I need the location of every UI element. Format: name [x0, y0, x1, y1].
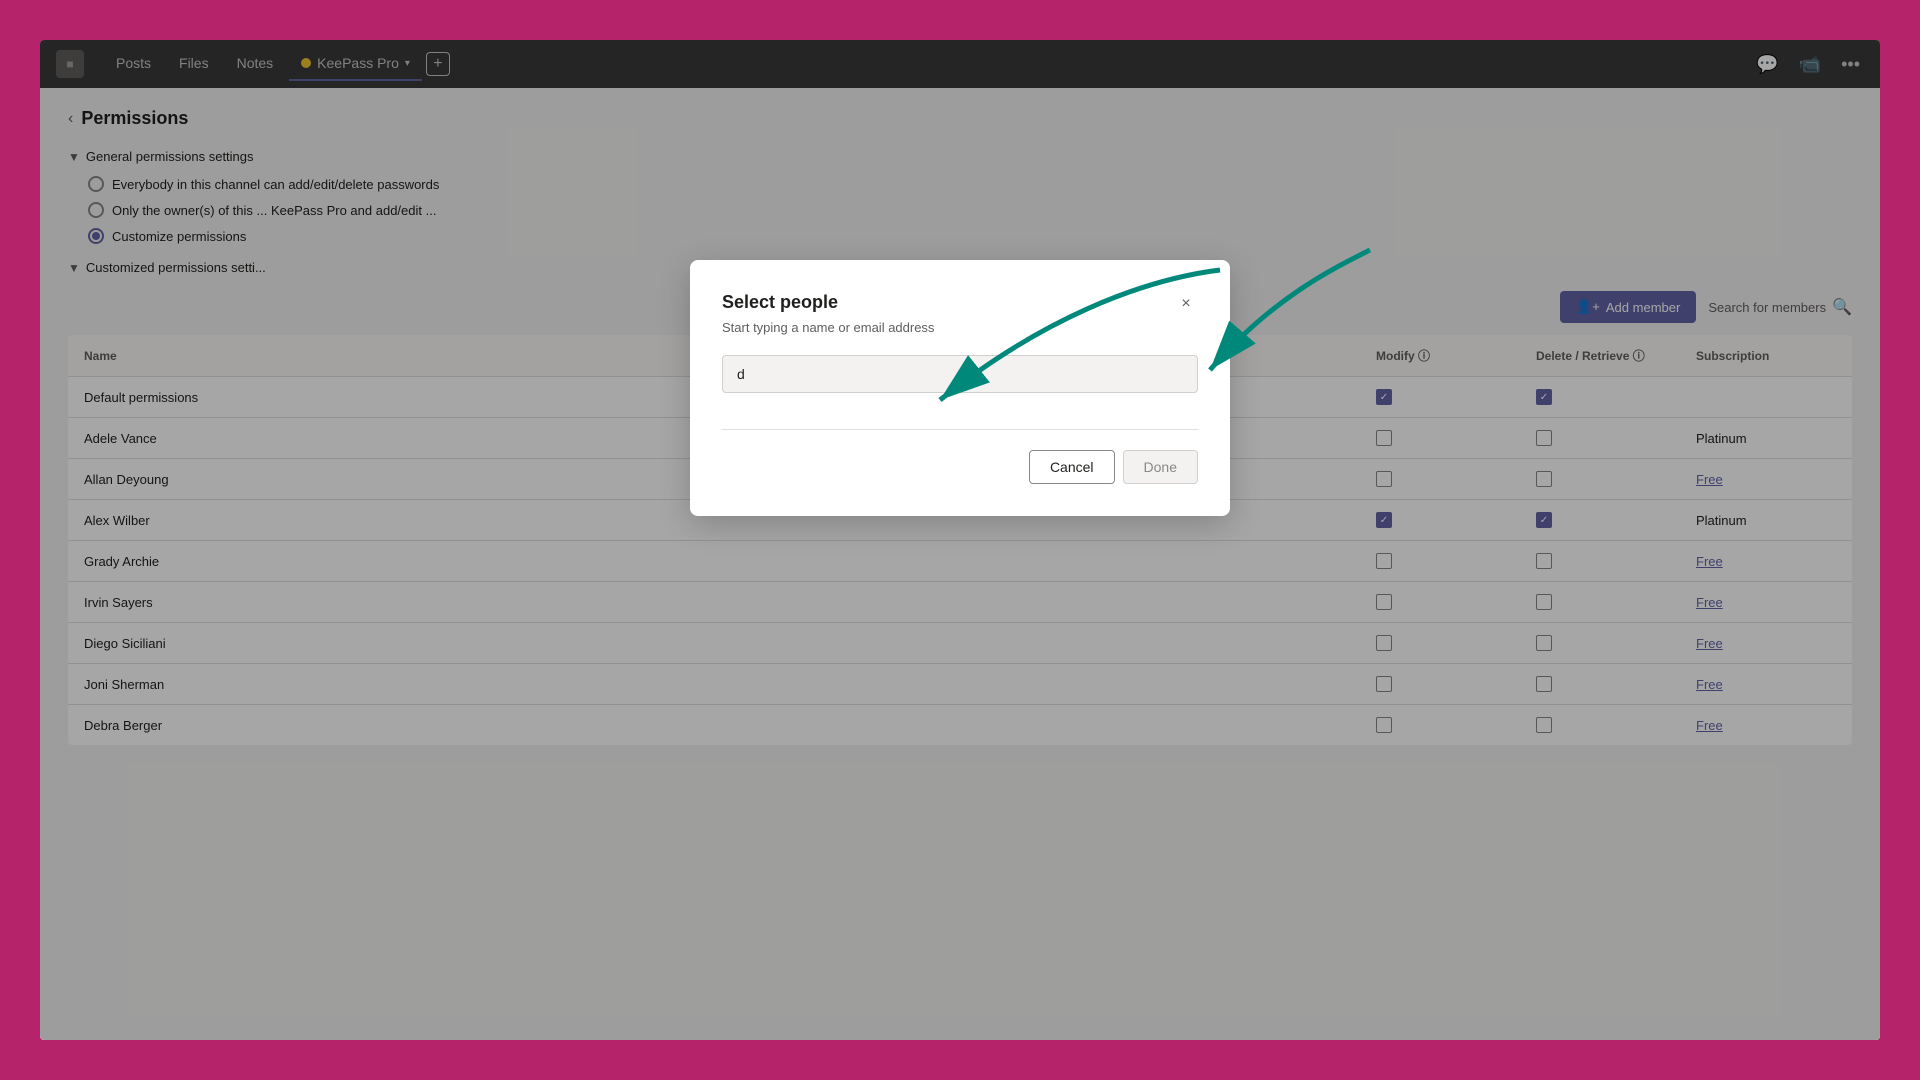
- done-button[interactable]: Done: [1123, 450, 1198, 484]
- app-container: ■ Posts Files Notes KeePass Pro ▾ + 💬 📹 …: [40, 40, 1880, 1040]
- modal-close-button[interactable]: ×: [1174, 292, 1198, 316]
- people-search-input[interactable]: [722, 355, 1198, 393]
- select-people-modal: Select people × Start typing a name or e…: [690, 260, 1230, 516]
- modal-backdrop: [40, 40, 1880, 1040]
- modal-subtitle: Start typing a name or email address: [722, 320, 1198, 335]
- cancel-button[interactable]: Cancel: [1029, 450, 1115, 484]
- modal-footer: Cancel Done: [722, 450, 1198, 484]
- modal-title: Select people: [722, 292, 838, 313]
- modal-header: Select people ×: [722, 292, 1198, 316]
- modal-divider: [722, 429, 1198, 430]
